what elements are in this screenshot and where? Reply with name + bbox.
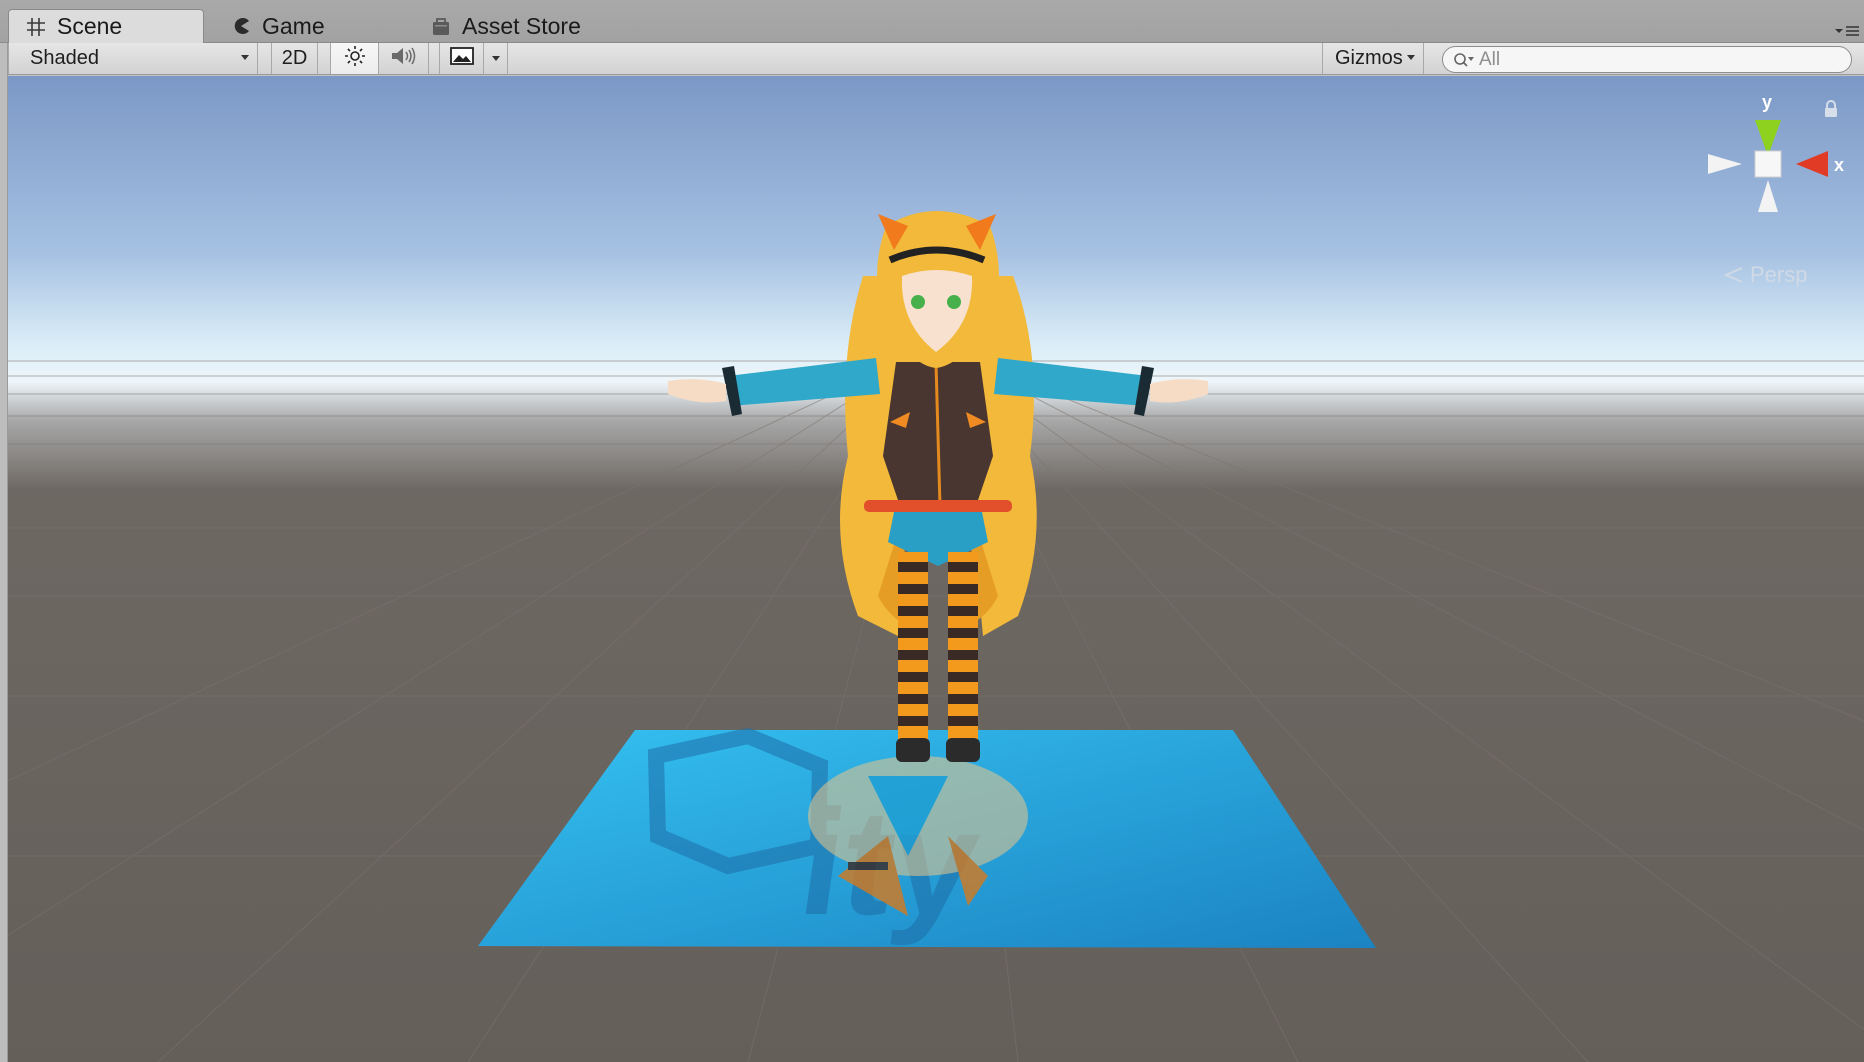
scene-toolbar: Shaded 2D Gizmos: [8, 43, 1864, 75]
scene-effects-toggle[interactable]: [439, 43, 484, 74]
draw-mode-label: Shaded: [30, 47, 99, 69]
projection-label: Persp: [1750, 262, 1808, 287]
search-input[interactable]: [1479, 48, 1839, 71]
projection-toggle[interactable]: Persp: [1724, 262, 1807, 288]
pacman-icon: [230, 15, 252, 37]
perspective-icon: [1724, 267, 1743, 283]
hierarchy-search-field[interactable]: [1442, 46, 1852, 73]
tab-asset-store-label: Asset Store: [462, 12, 581, 39]
toggle-2d-label: 2D: [281, 47, 308, 69]
tab-game-label: Game: [262, 12, 325, 39]
scene-lighting-toggle[interactable]: [330, 43, 379, 74]
toggle-2d-button[interactable]: 2D: [271, 43, 318, 74]
hash-grid-icon: [25, 16, 47, 38]
axis-x-label: x: [1834, 155, 1844, 175]
draw-mode-dropdown[interactable]: Shaded: [8, 43, 258, 74]
gizmos-dropdown[interactable]: Gizmos: [1322, 43, 1424, 74]
tab-scene-label: Scene: [57, 13, 123, 39]
scene-viewport[interactable]: ity: [8, 76, 1864, 1062]
chevron-down-icon: [1407, 55, 1415, 60]
effects-dropdown-button[interactable]: [484, 43, 508, 74]
lock-icon[interactable]: [1824, 100, 1838, 123]
panel-menu-icon[interactable]: [1834, 22, 1860, 40]
shopping-bag-icon: [430, 15, 452, 37]
speaker-icon: [390, 45, 418, 73]
chevron-down-icon: [491, 55, 500, 61]
tab-scene[interactable]: Scene: [8, 9, 204, 43]
axis-neg-y-cone: [1758, 180, 1778, 212]
scene-audio-toggle[interactable]: [379, 43, 429, 74]
axis-neg-x-cone: [1708, 154, 1742, 174]
tab-asset-store[interactable]: Asset Store: [414, 9, 624, 43]
search-icon: [1454, 52, 1474, 67]
axis-y-label: y: [1762, 94, 1772, 112]
image-icon: [449, 46, 474, 71]
gizmos-label: Gizmos: [1335, 47, 1403, 69]
sun-icon: [344, 45, 366, 73]
chevron-down-icon: [241, 55, 249, 60]
axis-x-cone: [1796, 151, 1828, 177]
gizmo-center-cube: [1754, 150, 1782, 178]
tab-game[interactable]: Game: [214, 9, 404, 43]
panel-left-border: [0, 43, 8, 1062]
character-model[interactable]: [8, 76, 1864, 1062]
tab-bar: Scene Game Asset Store: [0, 0, 1864, 43]
